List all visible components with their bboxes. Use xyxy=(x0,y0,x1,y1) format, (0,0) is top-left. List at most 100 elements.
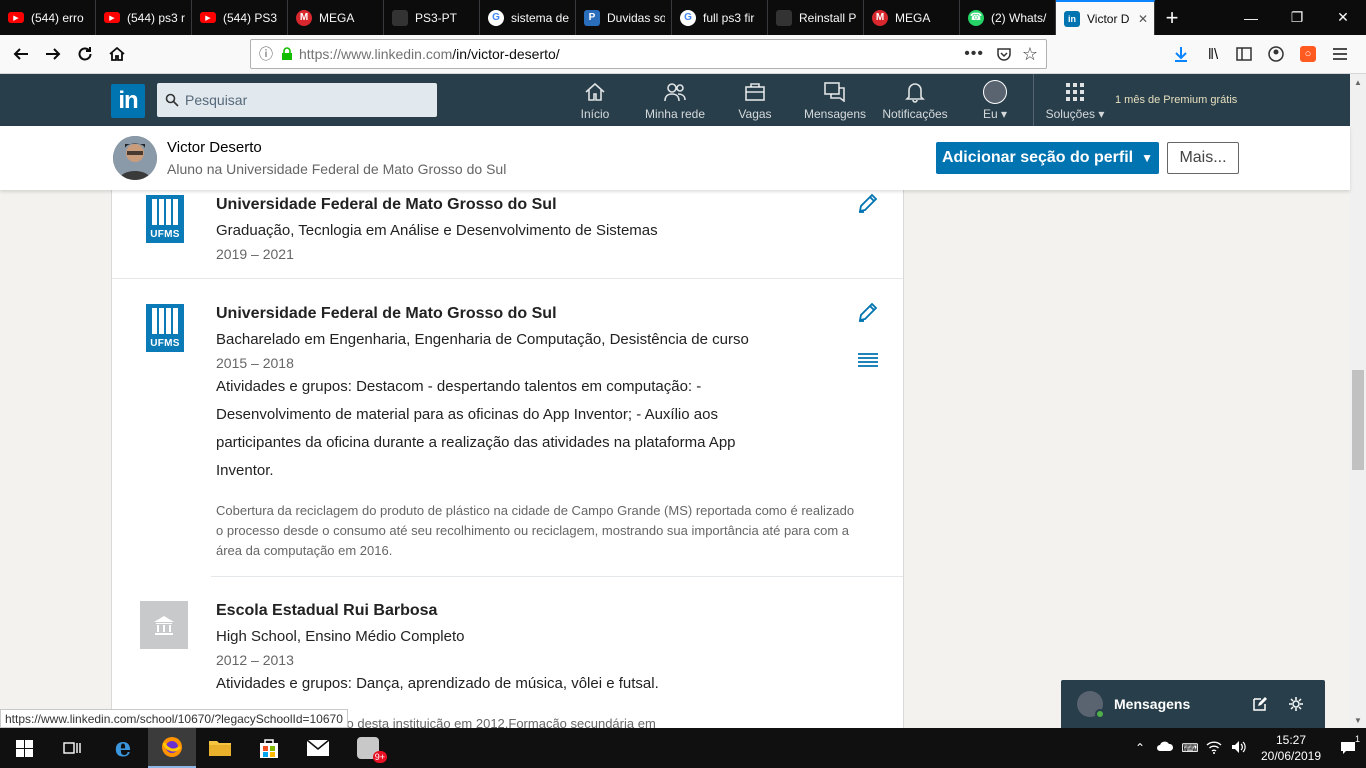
pencil-edit-icon[interactable] xyxy=(856,191,880,215)
youtube-icon: ▶ xyxy=(200,12,216,23)
school-name[interactable]: Universidade Federal de Mato Grosso do S… xyxy=(216,196,557,214)
more-button[interactable]: Mais... xyxy=(1167,142,1239,174)
maximize-button[interactable]: ❐ xyxy=(1274,0,1320,35)
edge-button[interactable]: e xyxy=(99,728,147,768)
tab-title: Reinstall P xyxy=(799,10,857,25)
wifi-icon[interactable] xyxy=(1202,740,1226,757)
pencil-edit-icon[interactable] xyxy=(856,300,880,324)
tab-title: full ps3 fir xyxy=(703,10,755,25)
page-scrollbar[interactable]: ▲ ▼ xyxy=(1350,74,1366,728)
volume-icon[interactable] xyxy=(1226,740,1252,757)
account-button[interactable] xyxy=(1261,39,1291,69)
keyboard-icon[interactable]: ⌨ xyxy=(1178,741,1202,755)
home-icon xyxy=(109,46,125,61)
new-tab-button[interactable]: + xyxy=(1155,0,1189,35)
browser-tab[interactable]: ▶ (544) ps3 r xyxy=(96,0,192,35)
extension-button[interactable]: ○ xyxy=(1293,39,1323,69)
ufms-logo[interactable]: UFMS xyxy=(146,304,184,352)
browser-tab[interactable]: in Victor D ✕ xyxy=(1056,0,1155,35)
close-window-button[interactable]: ✕ xyxy=(1320,0,1366,35)
task-view-button[interactable] xyxy=(48,728,96,768)
browser-tab[interactable]: ▶ (544) erro xyxy=(0,0,96,35)
scroll-down-icon[interactable]: ▼ xyxy=(1350,712,1366,728)
browser-tab[interactable]: Reinstall P xyxy=(768,0,864,35)
window-controls: — ❐ ✕ xyxy=(1228,0,1366,35)
browser-tab[interactable]: Gsistema de xyxy=(480,0,576,35)
bookmark-star-icon[interactable]: ☆ xyxy=(1022,44,1038,65)
caret-down-icon: ▾ xyxy=(1001,107,1008,121)
library-button[interactable]: ‖\ xyxy=(1198,39,1228,69)
home-button[interactable] xyxy=(102,39,132,69)
tab-title: MEGA xyxy=(895,10,931,25)
back-arrow-icon xyxy=(13,48,28,60)
task-view-icon xyxy=(63,742,81,754)
school-placeholder-logo[interactable] xyxy=(140,601,188,649)
browser-tab[interactable]: P Duvidas so xyxy=(576,0,672,35)
action-center-button[interactable]: 1 xyxy=(1330,728,1366,768)
avatar[interactable] xyxy=(113,136,157,180)
school-name[interactable]: Universidade Federal de Mato Grosso do S… xyxy=(216,305,557,323)
nav-me[interactable]: Eu ▾ xyxy=(980,80,1010,124)
reorder-icon[interactable] xyxy=(856,348,880,372)
messaging-overlay[interactable]: Mensagens xyxy=(1061,680,1325,728)
downloads-button[interactable] xyxy=(1166,39,1196,69)
ufms-logo[interactable]: UFMS xyxy=(146,195,184,243)
file-explorer-button[interactable] xyxy=(196,728,244,768)
online-status-dot xyxy=(1095,709,1105,719)
avatar xyxy=(983,80,1007,104)
clock[interactable]: 15:27 20/06/2019 xyxy=(1252,732,1330,764)
gear-icon[interactable] xyxy=(1288,696,1304,712)
add-profile-section-button[interactable]: Adicionar seção do perfil ▼ xyxy=(936,142,1159,174)
info-icon[interactable]: ⓘ xyxy=(259,44,273,64)
nav-solutions[interactable]: Soluções ▾ xyxy=(1044,80,1106,124)
chevron-up-icon[interactable]: ⌃ xyxy=(1128,741,1152,755)
menu-button[interactable] xyxy=(1325,39,1355,69)
minimize-button[interactable]: — xyxy=(1228,0,1274,35)
mail-icon xyxy=(306,739,330,756)
mail-button[interactable] xyxy=(294,728,342,768)
url-bar[interactable]: ⓘ https://www.linkedin.com/in/victor-des… xyxy=(250,39,1047,69)
nav-home[interactable]: Início xyxy=(578,80,612,124)
nav-jobs-label: Vagas xyxy=(738,107,772,121)
briefcase-icon xyxy=(745,83,765,101)
store-button[interactable] xyxy=(245,728,293,768)
search-placeholder: Pesquisar xyxy=(185,92,248,108)
browser-tab[interactable]: M MEGA xyxy=(864,0,960,35)
google-icon: G xyxy=(680,9,696,26)
linkedin-logo[interactable]: in xyxy=(111,84,145,118)
degree: Bacharelado em Engenharia, Engenharia de… xyxy=(216,331,749,348)
forward-button[interactable] xyxy=(38,39,68,69)
sidebar-button[interactable] xyxy=(1229,39,1259,69)
clock-date: 20/06/2019 xyxy=(1260,749,1322,763)
start-button[interactable] xyxy=(0,728,48,768)
scroll-up-icon[interactable]: ▲ xyxy=(1350,74,1366,90)
school-name[interactable]: Escola Estadual Rui Barbosa xyxy=(216,602,437,620)
extension-icon: ○ xyxy=(1300,46,1316,62)
back-button[interactable] xyxy=(6,39,36,69)
scroll-thumb[interactable] xyxy=(1352,370,1364,470)
compose-icon[interactable] xyxy=(1252,696,1268,712)
reload-button[interactable] xyxy=(70,39,100,69)
app-icon: 9+ xyxy=(357,737,387,763)
app-button[interactable]: 9+ xyxy=(344,728,392,768)
nav-network[interactable]: Minha rede xyxy=(644,80,706,124)
nav-messages[interactable]: Mensagens xyxy=(804,80,866,124)
browser-tab[interactable]: ☎ (2) Whats/ xyxy=(960,0,1056,35)
premium-link[interactable]: 1 mês de Premium grátis xyxy=(1115,94,1237,106)
browser-tab[interactable]: M MEGA xyxy=(288,0,384,35)
firefox-button[interactable] xyxy=(148,728,196,768)
pocket-icon[interactable] xyxy=(996,46,1012,62)
browser-tab[interactable]: PS3-PT xyxy=(384,0,480,35)
description: Cobertura da reciclagem do produto de pl… xyxy=(216,503,855,558)
windows-logo-icon xyxy=(15,739,33,757)
search-input[interactable]: Pesquisar xyxy=(157,83,437,117)
browser-tab[interactable]: Gfull ps3 fir xyxy=(672,0,768,35)
close-tab-icon[interactable]: ✕ xyxy=(1138,12,1148,26)
dates: 2019 – 2021 xyxy=(216,246,294,262)
nav-notifications[interactable]: Notificações xyxy=(882,80,948,124)
browser-tab[interactable]: ▶ (544) PS3 xyxy=(192,0,288,35)
nav-jobs[interactable]: Vagas xyxy=(738,80,772,124)
page-actions-icon[interactable]: ••• xyxy=(964,45,984,63)
onedrive-icon[interactable] xyxy=(1152,741,1178,755)
sidebar-icon xyxy=(1236,47,1252,61)
